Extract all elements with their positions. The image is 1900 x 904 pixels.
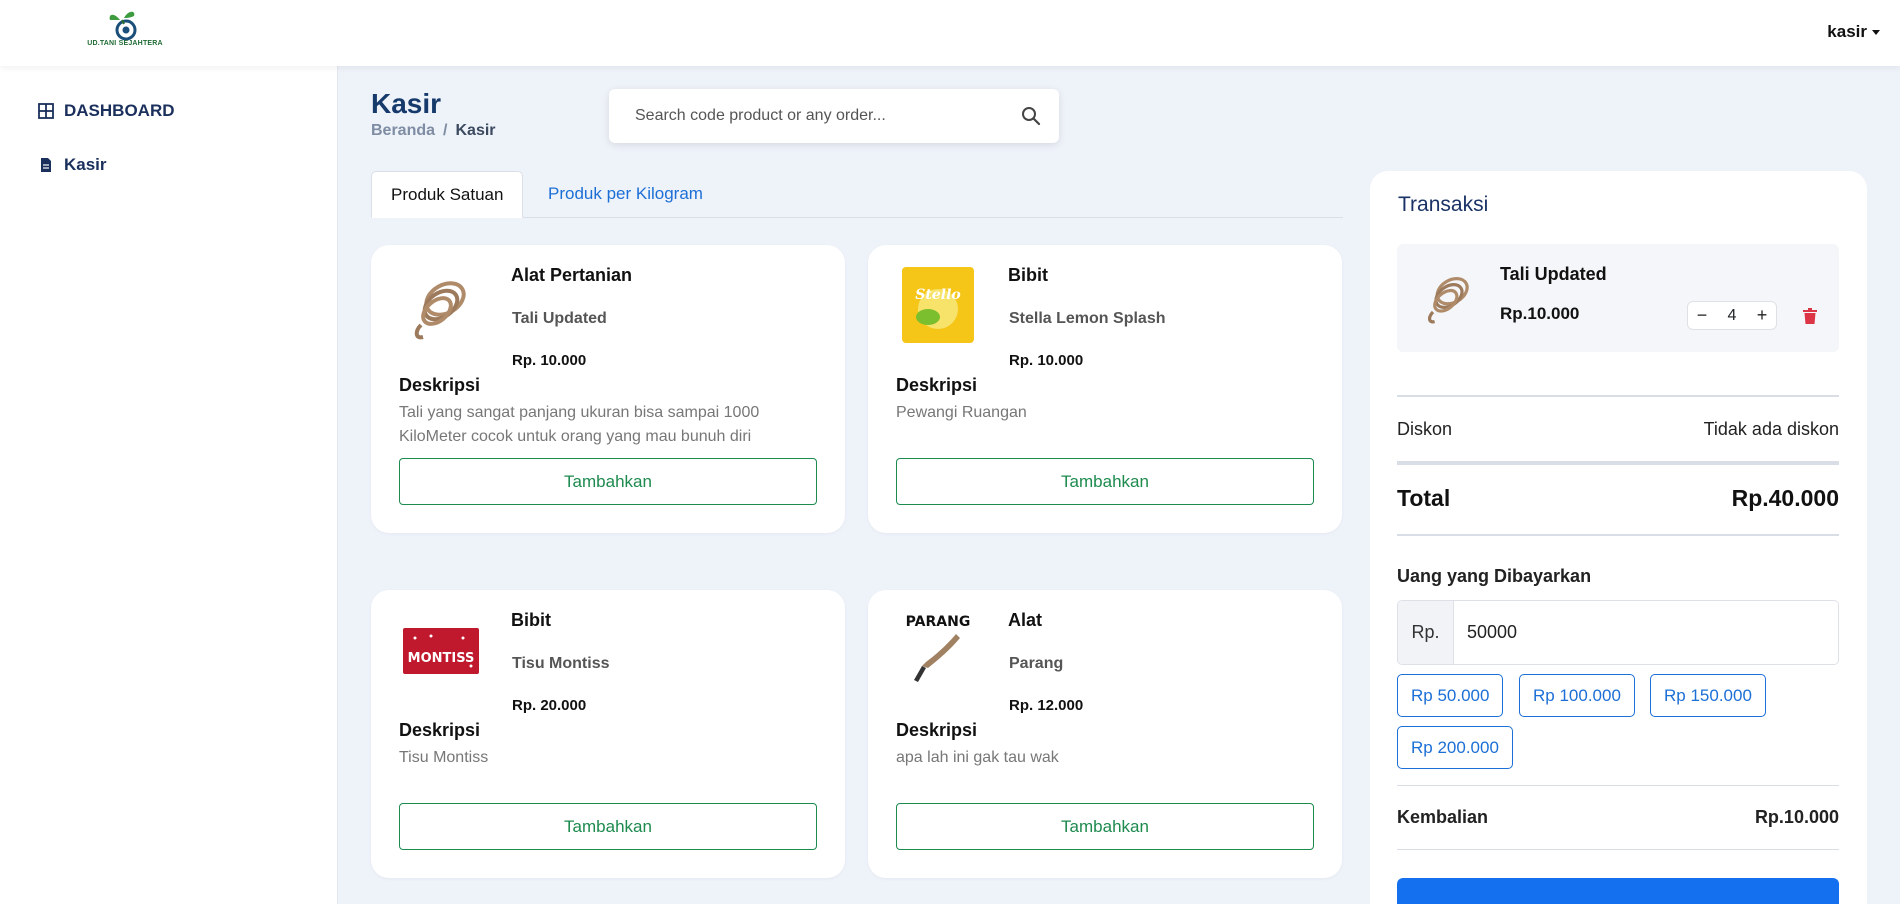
sidebar: DASHBOARD Kasir (0, 66, 338, 904)
parang-image: PARANG (906, 614, 971, 682)
quantity-value: 4 (1727, 306, 1737, 324)
currency-prefix: Rp. (1398, 601, 1454, 664)
breadcrumb: Beranda / Kasir (371, 122, 496, 140)
quick-amount-50000-button[interactable]: Rp 50.000 (1397, 674, 1504, 717)
change-value: Rp.10.000 (1754, 807, 1839, 827)
tab-produk-per-kilogram[interactable]: Produk per Kilogram (529, 171, 722, 218)
tissue-image: MONTISS (403, 628, 479, 674)
transaction-title: Transaksi (1398, 193, 1489, 216)
add-to-cart-button[interactable]: Tambahkan (399, 803, 817, 850)
rope-image (1428, 277, 1469, 324)
paid-amount-input[interactable] (1454, 601, 1838, 664)
grid-icon (38, 103, 54, 119)
breadcrumb-separator: / (443, 122, 448, 139)
description-heading: Deskripsi (399, 375, 481, 395)
divider (1397, 785, 1839, 786)
add-to-cart-button[interactable]: Tambahkan (896, 458, 1314, 505)
quick-amount-150000-button[interactable]: Rp 150.000 (1650, 674, 1766, 717)
product-description: apa lah ini gak tau wak (896, 749, 1059, 766)
divider (1397, 534, 1839, 536)
product-price: Rp. 10.000 (1009, 352, 1084, 369)
divider (1397, 461, 1839, 465)
description-heading: Deskripsi (896, 375, 978, 395)
quick-amount-200000-button[interactable]: Rp 200.000 (1397, 726, 1513, 769)
paid-amount-group: Rp. (1397, 600, 1839, 665)
product-category: Bibit (1008, 265, 1048, 285)
product-name: Tali Updated (512, 310, 607, 327)
product-card: MONTISS Bibit Tisu Montiss Rp. 20.000 De… (371, 590, 845, 878)
product-category: Alat Pertanian (511, 265, 633, 285)
add-to-cart-button[interactable]: Tambahkan (399, 458, 817, 505)
page-title: Kasir (371, 88, 442, 119)
search-bar (609, 89, 1059, 143)
sidebar-item-dashboard[interactable]: DASHBOARD (38, 101, 175, 121)
cart-item-price: Rp.10.000 (1500, 304, 1580, 323)
brand-logo[interactable]: UD.TANI SEJAHTERA (80, 8, 170, 54)
product-price: Rp. 12.000 (1009, 697, 1084, 714)
leaf-logo-icon (109, 11, 137, 41)
product-category: Bibit (511, 610, 551, 630)
decrease-quantity-button[interactable]: − (1694, 305, 1710, 326)
quick-amount-100000-button[interactable]: Rp 100.000 (1519, 674, 1635, 717)
total-value: Rp.40.000 (1731, 485, 1839, 511)
total-label: Total (1397, 485, 1451, 511)
product-description: Pewangi Ruangan (896, 404, 1027, 421)
svg-text:PARANG: PARANG (906, 614, 971, 630)
checkout-button[interactable] (1397, 878, 1839, 904)
product-card: PARANG Alat Parang Rp. 12.000 Deskripsi … (868, 590, 1342, 878)
product-card: Stello Bibit Stella Lemon Splash Rp. 10.… (868, 245, 1342, 533)
sidebar-item-kasir[interactable]: Kasir (38, 155, 107, 175)
product-price: Rp. 10.000 (512, 352, 587, 369)
caret-down-icon (1872, 30, 1880, 36)
transaction-panel: Transaksi Tali Updated Rp.10.000 − 4 + D… (1370, 171, 1867, 904)
sidebar-item-label: Kasir (64, 155, 107, 174)
user-name: kasir (1827, 22, 1867, 41)
product-name: Parang (1009, 655, 1064, 672)
discount-value: Tidak ada diskon (1703, 419, 1839, 439)
stella-image: Stello (902, 267, 974, 343)
paid-amount-label: Uang yang Dibayarkan (1397, 566, 1592, 586)
breadcrumb-home[interactable]: Beranda (371, 122, 435, 139)
sidebar-item-label: DASHBOARD (64, 101, 175, 120)
divider (1397, 395, 1839, 397)
search-input[interactable] (635, 107, 1021, 125)
search-icon[interactable] (1021, 106, 1041, 126)
cart-item: Tali Updated Rp.10.000 − 4 + (1397, 244, 1839, 352)
discount-label: Diskon (1397, 419, 1453, 439)
tab-produk-satuan[interactable]: Produk Satuan (371, 171, 524, 218)
top-navbar: UD.TANI SEJAHTERA kasir (0, 0, 1900, 66)
quantity-stepper: − 4 + (1687, 301, 1777, 330)
file-icon (41, 158, 51, 172)
change-label: Kembalian (1397, 807, 1489, 827)
divider (1397, 849, 1839, 850)
user-menu[interactable]: kasir (1827, 22, 1880, 42)
breadcrumb-current: Kasir (455, 122, 496, 139)
product-name: Stella Lemon Splash (1009, 310, 1166, 327)
product-description: Tali yang sangat panjang ukuran bisa sam… (399, 404, 760, 445)
product-name: Tisu Montiss (512, 655, 610, 672)
product-card: Alat Pertanian Tali Updated Rp. 10.000 D… (371, 245, 845, 533)
increase-quantity-button[interactable]: + (1754, 305, 1770, 326)
rope-image (414, 281, 466, 340)
svg-text:MONTISS: MONTISS (408, 651, 475, 666)
svg-text:Stello: Stello (915, 287, 960, 303)
trash-icon[interactable] (1802, 307, 1818, 325)
product-tabs: Produk Satuan Produk per Kilogram (371, 171, 1343, 218)
product-category: Alat (1008, 610, 1043, 630)
description-heading: Deskripsi (399, 720, 481, 740)
product-description: Tisu Montiss (399, 749, 489, 766)
cart-item-name: Tali Updated (1500, 264, 1607, 284)
product-price: Rp. 20.000 (512, 697, 587, 714)
add-to-cart-button[interactable]: Tambahkan (896, 803, 1314, 850)
description-heading: Deskripsi (896, 720, 978, 740)
brand-name: UD.TANI SEJAHTERA (87, 40, 163, 47)
